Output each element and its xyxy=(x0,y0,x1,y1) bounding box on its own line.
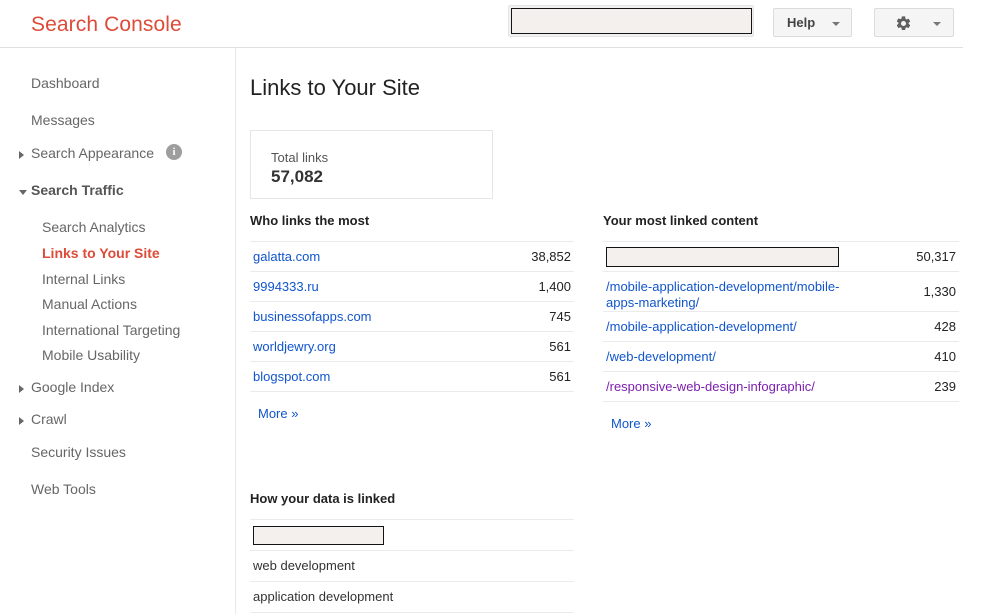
sidebar-item-web-tools[interactable]: Web Tools xyxy=(0,478,235,504)
row-label[interactable]: /responsive-web-design-infographic/ xyxy=(606,379,871,395)
row-value: 50,317 xyxy=(916,249,956,264)
sidebar-item-label: Web Tools xyxy=(31,481,96,497)
sidebar-item-label: Crawl xyxy=(31,411,67,427)
sidebar-item-google-index[interactable]: Google Index xyxy=(0,376,235,402)
chevron-down-icon xyxy=(832,22,840,26)
more-link-who-links[interactable]: More » xyxy=(258,406,298,421)
row-value: 561 xyxy=(549,369,571,384)
sidebar-item-label: Internal Links xyxy=(42,271,126,287)
page-title: Links to Your Site xyxy=(250,75,421,100)
row-label: application development xyxy=(253,589,394,604)
sidebar-item-label: Manual Actions xyxy=(42,296,137,312)
help-button-label: Help xyxy=(787,15,816,30)
table-row[interactable]: /mobile-application-development/428 xyxy=(603,312,959,342)
most-linked-content-table: 50,317/mobile-application-development/mo… xyxy=(603,241,959,402)
triangle-right-icon[interactable] xyxy=(19,151,24,159)
sidebar-item-label: Google Index xyxy=(31,379,115,395)
row-value: 428 xyxy=(934,319,956,334)
sidebar-item-mobile-usability[interactable]: Mobile Usability xyxy=(0,344,235,370)
sidebar-item-messages[interactable]: Messages xyxy=(0,109,235,135)
sidebar-item-label: Security Issues xyxy=(31,444,126,460)
who-links-the-most-table: galatta.com 38,852 9994333.ru 1,400 business… xyxy=(250,241,574,392)
search-input-redaction xyxy=(511,8,752,34)
sidebar-item-dashboard[interactable]: Dashboard xyxy=(0,72,235,98)
row-value: 1,330 xyxy=(923,284,956,299)
sidebar-item-label: Dashboard xyxy=(31,75,100,91)
sidebar-item-internal-links[interactable]: Internal Links xyxy=(0,268,235,294)
row-value: 745 xyxy=(549,309,571,324)
table-row[interactable] xyxy=(250,520,574,551)
help-button[interactable]: Help xyxy=(773,8,852,37)
table-row: application development xyxy=(250,582,574,613)
sidebar-item-label: Search Traffic xyxy=(31,182,124,198)
settings-button[interactable] xyxy=(874,8,954,37)
triangle-right-icon[interactable] xyxy=(19,385,24,393)
sidebar-item-crawl[interactable]: Crawl xyxy=(0,408,235,434)
sidebar-item-search-traffic[interactable]: Search Traffic xyxy=(0,179,235,205)
row-value: 38,852 xyxy=(531,249,571,264)
triangle-down-icon[interactable] xyxy=(19,190,27,195)
row-label[interactable]: /mobile-application-development/mobile-a… xyxy=(606,279,871,311)
table-row[interactable]: blogspot.com 561 xyxy=(250,362,574,392)
gear-icon xyxy=(895,15,912,32)
row-label[interactable]: galatta.com xyxy=(253,249,320,265)
row-label-redaction xyxy=(606,247,839,267)
sidebar-item-label: Messages xyxy=(31,112,95,128)
row-label[interactable]: businessofapps.com xyxy=(253,309,372,325)
info-icon[interactable]: i xyxy=(166,144,182,160)
row-value: 561 xyxy=(549,339,571,354)
table-row[interactable]: galatta.com 38,852 xyxy=(250,242,574,272)
table-row[interactable]: businessofapps.com 745 xyxy=(250,302,574,332)
sidebar-item-label: Search Appearance xyxy=(31,145,154,161)
table-row[interactable]: /mobile-application-development/mobile-a… xyxy=(603,272,959,312)
search-input[interactable] xyxy=(508,5,754,37)
main-content: Links to Your Site Total links 57,082 Wh… xyxy=(236,48,963,614)
row-label[interactable]: 9994333.ru xyxy=(253,279,319,295)
sidebar: Dashboard Messages Search Appearance i Searc… xyxy=(0,48,236,614)
triangle-right-icon[interactable] xyxy=(19,417,24,425)
sidebar-item-search-appearance[interactable]: Search Appearance xyxy=(0,142,235,168)
total-links-card: Total links 57,082 xyxy=(250,130,493,199)
how-data-is-linked-table: web development application development xyxy=(250,519,574,613)
more-link-most-linked[interactable]: More » xyxy=(611,416,651,431)
row-label-redaction xyxy=(253,526,384,545)
total-links-label: Total links xyxy=(271,150,329,165)
row-value: 239 xyxy=(934,379,956,394)
table-row[interactable]: worldjewry.org 561 xyxy=(250,332,574,362)
sidebar-item-label: International Targeting xyxy=(42,322,181,338)
sidebar-item-international-targeting[interactable]: International Targeting xyxy=(0,319,235,345)
sidebar-item-label: Links to Your Site xyxy=(42,245,160,261)
search-console-page: Search Console Help Dashboard Messages Sea… xyxy=(0,0,982,614)
app-header: Search Console Help xyxy=(0,0,963,48)
row-label[interactable]: /web-development/ xyxy=(606,349,871,365)
table-row[interactable]: 9994333.ru 1,400 xyxy=(250,272,574,302)
row-value: 1,400 xyxy=(538,279,571,294)
row-label[interactable]: /mobile-application-development/ xyxy=(606,319,871,335)
row-label[interactable]: blogspot.com xyxy=(253,369,330,385)
row-label: web development xyxy=(253,558,355,573)
section-title: How your data is linked xyxy=(250,491,396,506)
sidebar-item-search-analytics[interactable]: Search Analytics xyxy=(0,216,235,242)
total-links-value: 57,082 xyxy=(271,167,323,186)
sidebar-item-security-issues[interactable]: Security Issues xyxy=(0,441,235,467)
row-label[interactable]: worldjewry.org xyxy=(253,339,336,355)
app-brand-title: Search Console xyxy=(31,13,182,36)
sidebar-item-manual-actions[interactable]: Manual Actions xyxy=(0,293,235,319)
sidebar-item-links-to-your-site[interactable]: Links to Your Site xyxy=(0,242,235,268)
row-value: 410 xyxy=(934,349,956,364)
sidebar-item-label: Search Analytics xyxy=(42,219,146,235)
section-title: Who links the most xyxy=(250,213,370,228)
table-row[interactable]: /responsive-web-design-infographic/239 xyxy=(603,372,959,402)
table-row[interactable]: 50,317 xyxy=(603,242,959,272)
chevron-down-icon xyxy=(933,22,941,26)
table-row: web development xyxy=(250,551,574,582)
table-row[interactable]: /web-development/410 xyxy=(603,342,959,372)
sidebar-item-label: Mobile Usability xyxy=(42,347,141,363)
section-title: Your most linked content xyxy=(603,213,759,228)
